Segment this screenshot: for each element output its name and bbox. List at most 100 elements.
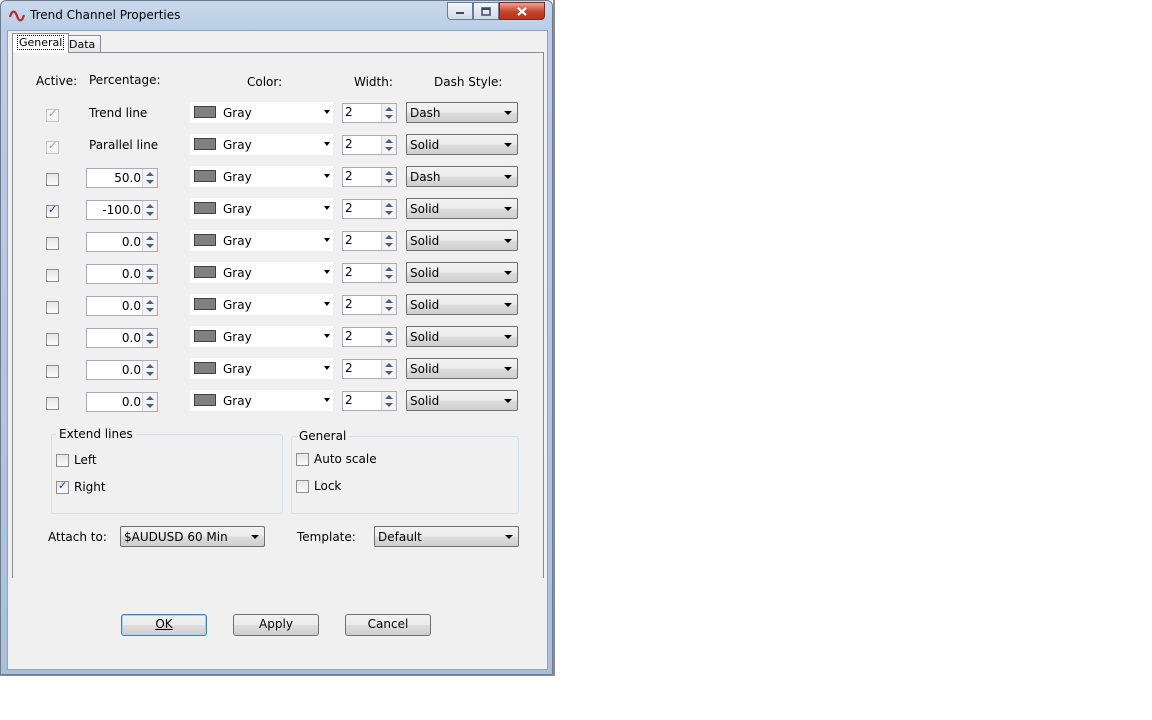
row-color-select[interactable]: Gray [190, 262, 333, 283]
row-color-select[interactable]: Gray [190, 166, 333, 187]
row-dash-style-select[interactable]: Solid [406, 294, 518, 315]
row-color-select[interactable]: Gray [190, 198, 333, 219]
row-color-select[interactable]: Gray [190, 134, 333, 155]
spin-arrows-icon[interactable] [142, 329, 157, 347]
row-dash-style-select[interactable]: Solid [406, 326, 518, 347]
row-color-value: Gray [223, 330, 252, 344]
row-percentage-value: 0.0 [121, 395, 141, 409]
extend-right-checkbox[interactable]: ✓ [56, 479, 69, 494]
extend-left-checkbox[interactable] [56, 454, 69, 467]
row-active-checkbox[interactable] [46, 173, 59, 186]
attach-to-select[interactable]: $AUDUSD 60 Min [120, 526, 265, 547]
header-color: Color: [247, 75, 283, 89]
color-swatch [194, 170, 216, 182]
spin-arrows-icon[interactable] [381, 232, 396, 250]
row-active-checkbox[interactable] [46, 333, 59, 346]
apply-button[interactable]: Apply [233, 614, 319, 636]
row-color-select[interactable]: Gray [190, 102, 333, 123]
row-color-select[interactable]: Gray [190, 390, 333, 411]
chevron-down-icon [504, 271, 512, 275]
spin-arrows-icon[interactable] [381, 296, 396, 314]
row-active-checkbox[interactable]: ✓ [46, 107, 59, 122]
row-width-stepper[interactable]: 2 [342, 199, 397, 219]
row-color-select[interactable]: Gray [190, 294, 333, 315]
row-width-stepper[interactable]: 2 [342, 167, 397, 187]
minimize-button[interactable] [447, 2, 473, 20]
row-percentage-stepper[interactable]: 0.0 [86, 328, 158, 348]
extend-lines-title: Extend lines [56, 427, 136, 441]
row-color-select[interactable]: Gray [190, 230, 333, 251]
tab-general[interactable]: General [12, 33, 70, 53]
row-active-checkbox[interactable]: ✓ [46, 139, 59, 154]
color-swatch [194, 362, 216, 374]
maximize-button[interactable] [473, 2, 499, 20]
row-dash-style-select[interactable]: Dash [406, 102, 518, 123]
spin-arrows-icon[interactable] [142, 361, 157, 379]
row-width-stepper[interactable]: 2 [342, 391, 397, 411]
row-width-stepper[interactable]: 2 [342, 295, 397, 315]
row-width-stepper[interactable]: 2 [342, 327, 397, 347]
spin-arrows-icon[interactable] [142, 233, 157, 251]
spin-arrows-icon[interactable] [381, 328, 396, 346]
header-percentage: Percentage: [89, 73, 161, 87]
chevron-down-icon [504, 175, 512, 179]
row-width-stepper[interactable]: 2 [342, 263, 397, 283]
row-percentage-stepper[interactable]: 0.0 [86, 360, 158, 380]
title-bar[interactable]: Trend Channel Properties [1, 1, 552, 30]
row-width-stepper[interactable]: 2 [342, 135, 397, 155]
row-dash-style-select[interactable]: Dash [406, 166, 518, 187]
row-active-checkbox[interactable] [46, 269, 59, 282]
row-dash-style-select[interactable]: Solid [406, 358, 518, 379]
row-dash-value: Solid [410, 234, 440, 248]
auto-scale-label: Auto scale [314, 452, 377, 466]
row-percentage-stepper[interactable]: -100.0 [86, 200, 158, 220]
cancel-button[interactable]: Cancel [345, 614, 431, 636]
row-color-select[interactable]: Gray [190, 326, 333, 347]
spin-arrows-icon[interactable] [381, 200, 396, 218]
spin-arrows-icon[interactable] [142, 265, 157, 283]
row-width-stepper[interactable]: 2 [342, 103, 397, 123]
lock-checkbox[interactable] [296, 480, 309, 493]
spin-arrows-icon[interactable] [142, 393, 157, 411]
row-width-value: 2 [345, 201, 353, 215]
row-percentage-stepper[interactable]: 0.0 [86, 296, 158, 316]
spin-arrows-icon[interactable] [381, 392, 396, 410]
row-active-checkbox[interactable]: ✓ [46, 203, 59, 218]
ok-button[interactable]: OK [121, 614, 207, 636]
row-active-checkbox[interactable] [46, 237, 59, 250]
spin-arrows-icon[interactable] [381, 136, 396, 154]
row-percentage-stepper[interactable]: 0.0 [86, 264, 158, 284]
close-button[interactable] [499, 2, 545, 20]
chevron-down-icon [504, 239, 512, 243]
row-active-checkbox[interactable] [46, 397, 59, 410]
row-dash-style-select[interactable]: Solid [406, 390, 518, 411]
row-dash-style-select[interactable]: Solid [406, 262, 518, 283]
row-percentage-stepper[interactable]: 0.0 [86, 232, 158, 252]
spin-arrows-icon[interactable] [142, 169, 157, 187]
spin-arrows-icon[interactable] [381, 264, 396, 282]
spin-arrows-icon[interactable] [381, 360, 396, 378]
row-dash-style-select[interactable]: Solid [406, 134, 518, 155]
row-active-checkbox[interactable] [46, 365, 59, 378]
general-group-title: General [296, 429, 350, 443]
ok-label: OK [155, 617, 173, 631]
dialog-client: General Data Active: Percentage: Color: … [7, 30, 548, 670]
template-select[interactable]: Default [374, 526, 519, 547]
row-percentage-stepper[interactable]: 0.0 [86, 392, 158, 412]
row-color-select[interactable]: Gray [190, 358, 333, 379]
spin-arrows-icon[interactable] [381, 104, 396, 122]
row-dash-value: Solid [410, 330, 440, 344]
chevron-down-icon [504, 303, 512, 307]
row-dash-style-select[interactable]: Solid [406, 230, 518, 251]
row-width-stepper[interactable]: 2 [342, 231, 397, 251]
row-width-stepper[interactable]: 2 [342, 359, 397, 379]
row-width-value: 2 [345, 361, 353, 375]
auto-scale-checkbox[interactable] [296, 453, 309, 466]
spin-arrows-icon[interactable] [142, 297, 157, 315]
row-active-checkbox[interactable] [46, 301, 59, 314]
row-dash-style-select[interactable]: Solid [406, 198, 518, 219]
spin-arrows-icon[interactable] [142, 201, 157, 219]
spin-arrows-icon[interactable] [381, 168, 396, 186]
close-icon [517, 6, 527, 16]
row-percentage-stepper[interactable]: 50.0 [86, 168, 158, 188]
